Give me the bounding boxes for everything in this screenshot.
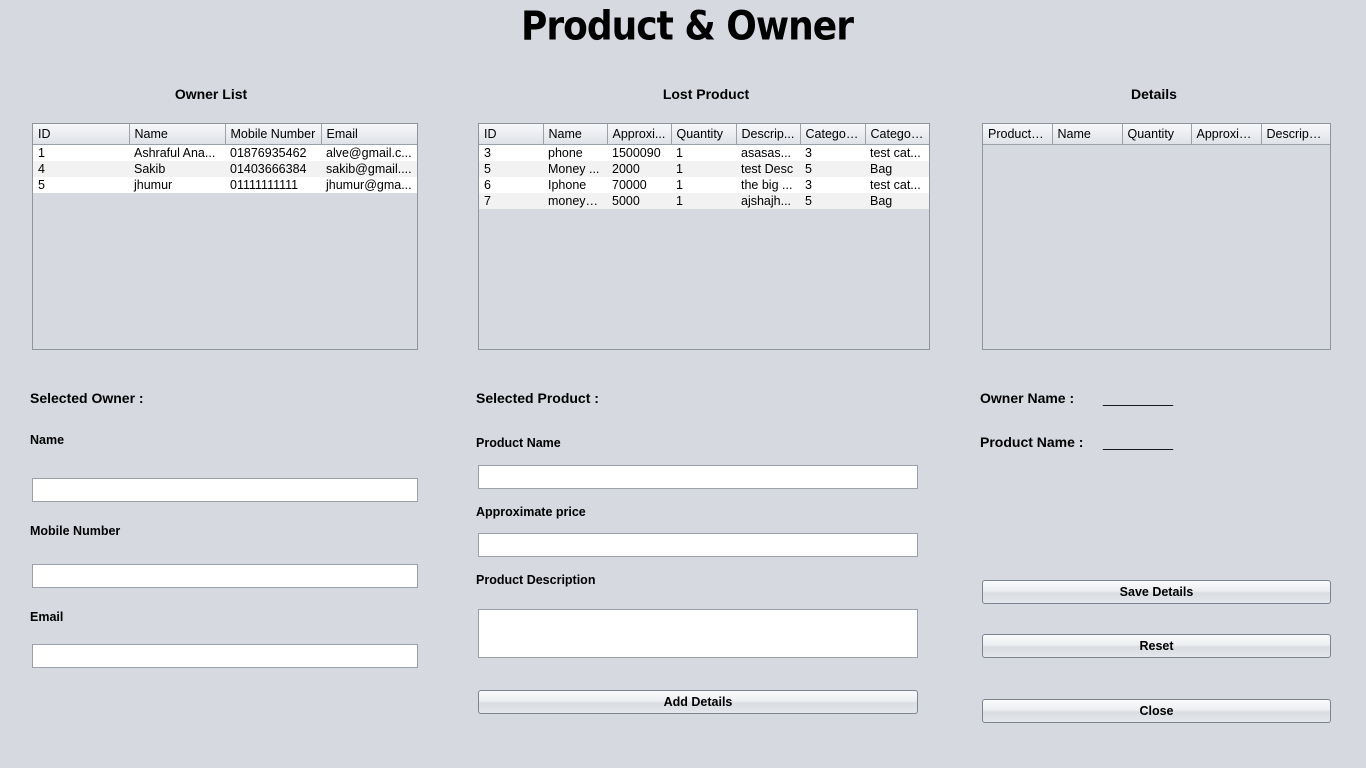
reset-button[interactable]: Reset xyxy=(982,634,1331,658)
table-cell: test cat... xyxy=(865,177,929,193)
table-cell: asasas... xyxy=(736,144,800,161)
product-name-field[interactable] xyxy=(478,465,918,489)
table-cell: 5 xyxy=(33,177,129,193)
owner-mobile-label: Mobile Number xyxy=(30,524,121,538)
table-row[interactable]: 7 moneyb... 5000 1 ajshajh... 5 Bag xyxy=(479,193,929,209)
table-cell: 5 xyxy=(479,161,543,177)
column-header[interactable]: Email xyxy=(321,124,417,145)
owner-list-heading: Owner List xyxy=(174,86,248,102)
table-cell: 1 xyxy=(33,144,129,161)
summary-product-value: _________ xyxy=(1103,434,1174,450)
add-details-button[interactable]: Add Details xyxy=(478,690,918,714)
summary-owner-value: _________ xyxy=(1103,390,1174,406)
product-grid: ID Name Approxi... Quantity Descrip... Catego… xyxy=(479,124,929,209)
table-row[interactable]: 6 Iphone 70000 1 the big ... 3 test cat... xyxy=(479,177,929,193)
product-name-label: Product Name xyxy=(476,436,561,450)
owner-name-field[interactable] xyxy=(32,478,418,502)
table-cell: 5000 xyxy=(607,193,671,209)
table-cell: 1 xyxy=(671,193,736,209)
table-cell: 5 xyxy=(800,193,865,209)
table-cell: 6 xyxy=(479,177,543,193)
table-row[interactable]: 5 jhumur 01111111111 jhumur@gma... xyxy=(33,177,417,193)
table-cell: 7 xyxy=(479,193,543,209)
column-header[interactable]: Name xyxy=(1052,124,1123,145)
table-cell: the big ... xyxy=(736,177,800,193)
table-row[interactable]: 5 Money ... 2000 1 test Desc 5 Bag xyxy=(479,161,929,177)
owner-grid: ID Name Mobile Number Email 1 Ashraful Ana..… xyxy=(33,124,417,193)
details-heading: Details xyxy=(1131,86,1177,102)
product-description-field[interactable] xyxy=(478,609,918,658)
table-cell: alve@gmail.c... xyxy=(321,144,417,161)
table-row[interactable]: 4 Sakib 01403666384 sakib@gmail.... xyxy=(33,161,417,177)
table-cell: phone xyxy=(543,144,607,161)
summary-product-label: Product Name : xyxy=(980,434,1084,450)
table-cell: Sakib xyxy=(129,161,225,177)
product-price-field[interactable] xyxy=(478,533,918,557)
owner-mobile-field[interactable] xyxy=(32,564,418,588)
table-cell: moneyb... xyxy=(543,193,607,209)
column-header[interactable]: Categor... xyxy=(800,124,866,145)
column-header[interactable]: Approxim... xyxy=(1191,124,1262,145)
column-header[interactable]: Categor... xyxy=(865,124,929,145)
table-cell: jhumur xyxy=(129,177,225,193)
column-header[interactable]: ID xyxy=(479,124,544,145)
table-cell: 4 xyxy=(33,161,129,177)
table-cell: test Desc xyxy=(736,161,800,177)
owner-email-field[interactable] xyxy=(32,644,418,668)
column-header[interactable]: Name xyxy=(543,124,608,145)
details-grid: Product ID Name Quantity Approxim... Descrip… xyxy=(983,124,1330,145)
table-cell: 2000 xyxy=(607,161,671,177)
table-cell: Bag xyxy=(865,193,929,209)
product-description-label: Product Description xyxy=(476,573,596,587)
selected-product-heading: Selected Product : xyxy=(476,390,599,406)
selected-owner-heading: Selected Owner : xyxy=(30,390,144,406)
column-header[interactable]: Product ID xyxy=(983,124,1053,145)
table-row[interactable]: 1 Ashraful Ana... 01876935462 alve@gmail.c.… xyxy=(33,144,417,161)
column-header[interactable]: ID xyxy=(33,124,130,145)
table-row[interactable]: 3 phone 1500090 1 asasas... 3 test cat... xyxy=(479,144,929,161)
column-header[interactable]: Descripti... xyxy=(1261,124,1330,145)
lost-product-table[interactable]: ID Name Approxi... Quantity Descrip... Catego… xyxy=(478,123,930,350)
column-header[interactable]: Mobile Number xyxy=(225,124,322,145)
table-cell: jhumur@gma... xyxy=(321,177,417,193)
table-cell: Iphone xyxy=(543,177,607,193)
table-cell: 01876935462 xyxy=(225,144,321,161)
table-cell: 70000 xyxy=(607,177,671,193)
close-button[interactable]: Close xyxy=(982,699,1331,723)
table-cell: test cat... xyxy=(865,144,929,161)
column-header[interactable]: Quantity xyxy=(671,124,737,145)
table-cell: 1 xyxy=(671,144,736,161)
table-cell: 1500090 xyxy=(607,144,671,161)
table-cell: Ashraful Ana... xyxy=(129,144,225,161)
table-cell: ajshajh... xyxy=(736,193,800,209)
product-price-label: Approximate price xyxy=(476,505,586,519)
table-cell: 3 xyxy=(479,144,543,161)
table-cell: 5 xyxy=(800,161,865,177)
table-cell: 1 xyxy=(671,177,736,193)
owner-email-label: Email xyxy=(30,610,64,624)
save-details-button[interactable]: Save Details xyxy=(982,580,1331,604)
table-cell: 3 xyxy=(800,144,865,161)
table-cell: 01111111111 xyxy=(225,177,321,193)
owner-name-label: Name xyxy=(30,433,65,447)
table-cell: 01403666384 xyxy=(225,161,321,177)
lost-product-heading: Lost Product xyxy=(662,86,750,102)
column-header[interactable]: Approxi... xyxy=(607,124,672,145)
details-table[interactable]: Product ID Name Quantity Approxim... Descrip… xyxy=(982,123,1331,350)
summary-owner-label: Owner Name : xyxy=(980,390,1075,406)
column-header[interactable]: Name xyxy=(129,124,226,145)
owner-list-table[interactable]: ID Name Mobile Number Email 1 Ashraful Ana..… xyxy=(32,123,418,350)
page-title: Product & Owner xyxy=(521,3,854,50)
table-cell: Bag xyxy=(865,161,929,177)
table-cell: Money ... xyxy=(543,161,607,177)
column-header[interactable]: Descrip... xyxy=(736,124,801,145)
table-cell: 1 xyxy=(671,161,736,177)
table-cell: sakib@gmail.... xyxy=(321,161,417,177)
column-header[interactable]: Quantity xyxy=(1122,124,1192,145)
table-cell: 3 xyxy=(800,177,865,193)
